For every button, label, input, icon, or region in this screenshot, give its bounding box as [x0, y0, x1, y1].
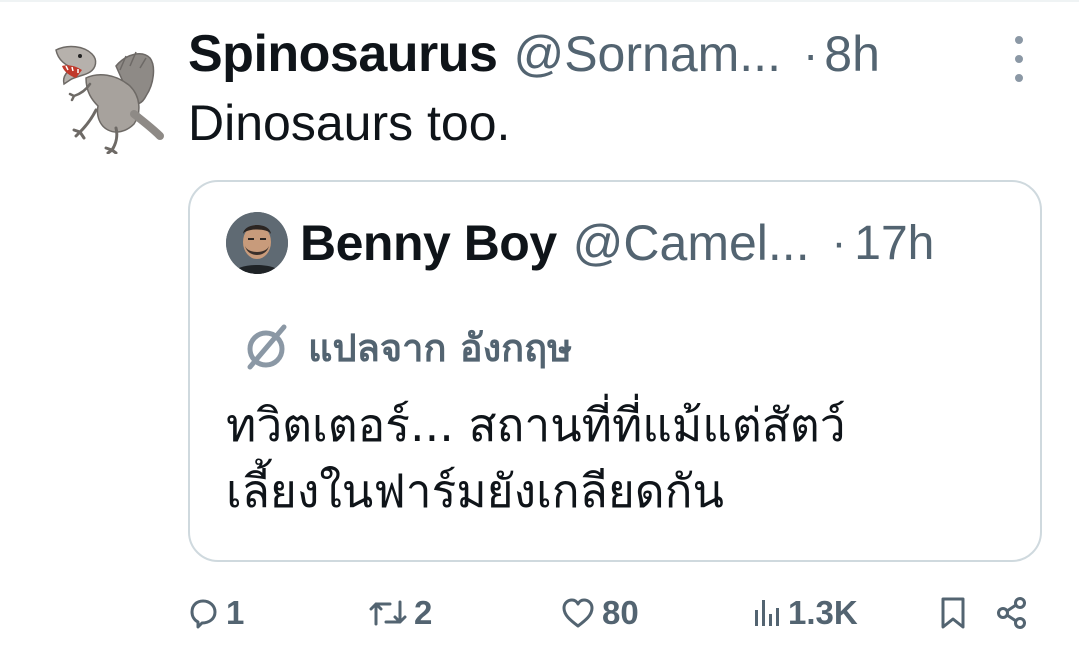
views-button[interactable]: 1.3K: [752, 585, 858, 641]
reply-count: 1: [226, 594, 245, 631]
top-divider: [0, 0, 1079, 2]
author-handle[interactable]: @Sornam...: [513, 25, 781, 83]
separator-dot: ·: [802, 28, 819, 80]
quoted-tweet-header: Benny Boy @Camel... · 17h: [300, 210, 934, 276]
reply-icon: [190, 599, 217, 629]
reply-button[interactable]: 1: [186, 585, 244, 641]
share-button[interactable]: [994, 585, 1030, 641]
author-avatar[interactable]: [46, 36, 164, 155]
bookmark-button[interactable]: [938, 585, 968, 641]
author-name[interactable]: Spinosaurus: [188, 24, 498, 84]
more-options-icon[interactable]: [1006, 36, 1032, 82]
like-button[interactable]: 80: [560, 585, 639, 641]
quoted-author-avatar[interactable]: [226, 212, 288, 274]
tweet-timestamp[interactable]: 8h: [824, 25, 880, 83]
more-dot: [1015, 74, 1023, 82]
translate-label: แปลจาก อังกฤษ: [308, 325, 573, 370]
tweet-actions-bar: 1 2 80 1.3K: [0, 585, 1079, 641]
views-count: 1.3K: [788, 594, 858, 631]
person-avatar-icon: [226, 212, 288, 274]
quoted-author-handle[interactable]: @Camel...: [573, 214, 810, 272]
quoted-author-name[interactable]: Benny Boy: [300, 214, 557, 272]
spinosaurus-icon: [55, 45, 164, 155]
retweet-count: 2: [414, 594, 433, 631]
tweet-text: Dinosaurs too.: [188, 95, 511, 151]
views-chart-icon: [755, 600, 779, 626]
more-dot: [1015, 55, 1023, 63]
tweet-header: Spinosaurus @Sornam... · 8h: [188, 22, 880, 86]
quoted-tweet-card[interactable]: Benny Boy @Camel... · 17h แปลจาก อังกฤษ …: [188, 180, 1042, 562]
more-dot: [1015, 36, 1023, 44]
separator-dot: ·: [831, 218, 847, 267]
heart-icon: [562, 598, 594, 628]
translate-link[interactable]: แปลจาก อังกฤษ: [238, 318, 572, 376]
quoted-text-line: เลี้ยงในฟาร์มยังเกลียดกัน: [226, 464, 724, 518]
retweet-button[interactable]: 2: [368, 585, 432, 641]
like-count: 80: [602, 594, 639, 631]
translate-icon: [247, 324, 287, 370]
quoted-tweet-text: ทวิตเตอร์... สถานที่ที่แม้แต่สัตว์ เลี้ย…: [226, 392, 1016, 524]
quoted-tweet-timestamp[interactable]: 17h: [854, 216, 934, 271]
bookmark-icon: [941, 597, 965, 629]
quoted-text-line: ทวิตเตอร์... สถานที่ที่แม้แต่สัตว์: [226, 398, 846, 452]
retweet-icon: [369, 600, 407, 626]
share-icon: [997, 597, 1026, 629]
